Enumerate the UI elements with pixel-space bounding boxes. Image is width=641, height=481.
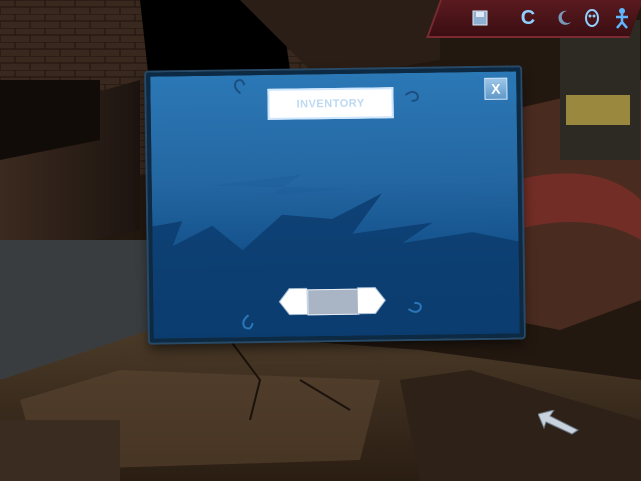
person-icon[interactable] (610, 6, 634, 30)
c-icon[interactable]: C (516, 6, 540, 30)
pointer-cursor-icon (538, 410, 579, 435)
inventory-window: INVENTORY X (146, 67, 524, 343)
scroll-left-button[interactable] (277, 286, 308, 316)
disk-icon[interactable] (468, 6, 492, 30)
scroll-right-button[interactable] (357, 285, 387, 315)
inventory-title: INVENTORY (267, 87, 394, 120)
close-button[interactable]: X (484, 77, 508, 100)
mask-icon[interactable] (580, 6, 604, 30)
moon-icon[interactable] (552, 6, 576, 30)
inventory-scroller (277, 285, 387, 317)
scroll-track[interactable] (307, 288, 360, 316)
